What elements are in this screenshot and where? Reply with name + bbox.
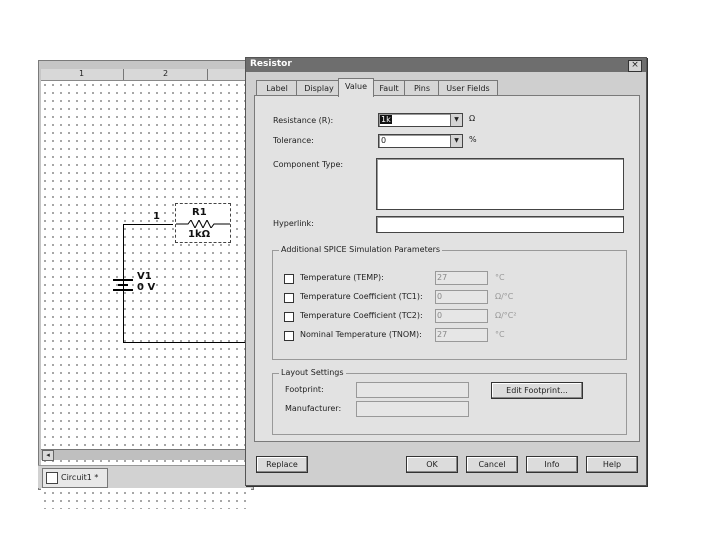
hyperlink-label: Hyperlink:: [273, 219, 314, 228]
horizontal-scrollbar[interactable]: ◂: [41, 449, 251, 461]
cancel-button[interactable]: Cancel: [466, 456, 518, 473]
battery-plate-long: [113, 279, 133, 281]
footprint-label: Footprint:: [285, 385, 324, 394]
temp-checkbox[interactable]: [284, 274, 294, 284]
footprint-input[interactable]: [356, 382, 469, 398]
node-label: 1: [153, 211, 160, 222]
resistor-symbol: [176, 220, 230, 228]
tnom-unit: °C: [495, 330, 505, 339]
spice-group-title: Additional SPICE Simulation Parameters: [279, 245, 443, 254]
wire-bottom: [123, 342, 253, 343]
ruler-tick: [123, 69, 124, 80]
circuit-icon: [46, 471, 58, 484]
manufacturer-input[interactable]: [356, 401, 469, 417]
temp-label: Temperature (TEMP):: [300, 273, 384, 282]
tnom-checkbox[interactable]: [284, 331, 294, 341]
temp-input[interactable]: 27: [435, 271, 488, 285]
r1-reference: R1: [192, 207, 207, 218]
schematic-window: 1 2 R1 1kΩ 1 V1 0 V ◂: [38, 60, 254, 509]
tolerance-value: 0: [381, 136, 387, 145]
voltage-source-v1[interactable]: V1 0 V: [113, 271, 173, 303]
tc2-checkbox[interactable]: [284, 312, 294, 322]
wire-top: [123, 224, 173, 225]
ruler: 1 2: [41, 69, 251, 81]
component-type-textarea[interactable]: [376, 158, 624, 210]
scroll-left-button[interactable]: ◂: [42, 450, 54, 461]
tolerance-label: Tolerance:: [273, 136, 314, 145]
spice-parameters-group: Additional SPICE Simulation Parameters T…: [272, 245, 627, 360]
tnom-label: Nominal Temperature (TNOM):: [300, 330, 422, 339]
chevron-down-icon[interactable]: ▼: [450, 114, 462, 126]
tab-pins[interactable]: Pins: [404, 80, 440, 96]
tc1-unit: Ω/°C: [495, 292, 514, 301]
tab-value[interactable]: Value: [338, 78, 374, 97]
component-type-label: Component Type:: [273, 160, 344, 169]
resistor-dialog: Resistor × Label Display Value Fault Pin…: [245, 57, 647, 486]
resistance-unit: Ω: [469, 114, 476, 123]
close-button[interactable]: ×: [628, 60, 642, 72]
ruler-tick: [207, 69, 208, 80]
r1-value: 1kΩ: [188, 229, 211, 240]
tab-fault[interactable]: Fault: [372, 80, 406, 96]
ruler-number: 1: [79, 69, 85, 78]
tab-label[interactable]: Label: [256, 80, 298, 96]
hyperlink-input[interactable]: [376, 216, 624, 233]
v1-value: 0 V: [137, 282, 156, 293]
circuit-tab-bar: Circuit1 *: [38, 465, 252, 488]
tc1-checkbox[interactable]: [284, 293, 294, 303]
edit-footprint-button[interactable]: Edit Footprint...: [491, 382, 583, 399]
tc2-unit: Ω/°C²: [495, 311, 517, 320]
tnom-input[interactable]: 27: [435, 328, 488, 342]
dialog-title: Resistor: [250, 59, 292, 69]
help-button[interactable]: Help: [586, 456, 638, 473]
circuit-tab-label: Circuit1 *: [61, 473, 99, 482]
resistor-r1[interactable]: R1 1kΩ: [175, 203, 231, 243]
tab-display[interactable]: Display: [296, 80, 342, 96]
tc2-label: Temperature Coefficient (TC2):: [300, 311, 423, 320]
dialog-titlebar[interactable]: Resistor ×: [246, 58, 646, 72]
tab-user-fields[interactable]: User Fields: [438, 80, 498, 96]
resistance-dropdown[interactable]: 1k ▼: [378, 113, 463, 127]
ok-button[interactable]: OK: [406, 456, 458, 473]
tolerance-dropdown[interactable]: 0 ▼: [378, 134, 463, 148]
resistance-value: 1k: [380, 115, 392, 124]
tolerance-unit: %: [469, 135, 477, 144]
circuit-tab[interactable]: Circuit1 *: [42, 468, 108, 488]
tc1-label: Temperature Coefficient (TC1):: [300, 292, 423, 301]
info-button[interactable]: Info: [526, 456, 578, 473]
resistance-label: Resistance (R):: [273, 116, 334, 125]
replace-button[interactable]: Replace: [256, 456, 308, 473]
battery-plate-short: [118, 284, 128, 286]
tc2-input[interactable]: 0: [435, 309, 488, 323]
layout-settings-group: Layout Settings Footprint: Manufacturer:…: [272, 368, 627, 435]
battery-plate-long: [113, 289, 133, 291]
value-tab-panel: Resistance (R): 1k ▼ Ω Tolerance: 0 ▼ % …: [254, 95, 640, 442]
tc1-input[interactable]: 0: [435, 290, 488, 304]
ruler-number: 2: [163, 69, 169, 78]
manufacturer-label: Manufacturer:: [285, 404, 342, 413]
layout-group-title: Layout Settings: [279, 368, 346, 377]
temp-unit: °C: [495, 273, 505, 282]
chevron-down-icon[interactable]: ▼: [450, 135, 462, 147]
v1-reference: V1: [137, 271, 152, 282]
